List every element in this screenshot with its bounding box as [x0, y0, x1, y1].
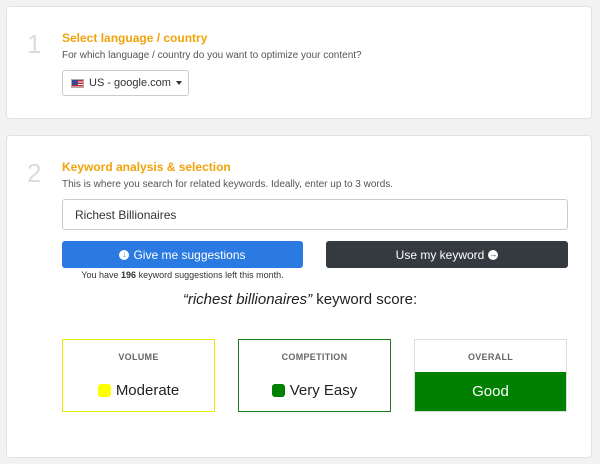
give-suggestions-button[interactable]: ↓ Give me suggestions — [62, 241, 303, 268]
overall-label: OVERALL — [467, 352, 514, 362]
step-number: 1 — [27, 29, 42, 59]
panel-subtitle: For which language / country do you want… — [62, 50, 362, 61]
competition-score-box: COMPETITION Very Easy — [238, 339, 391, 412]
panel-subtitle: This is where you search for related key… — [62, 179, 394, 190]
suggestions-count: 196 — [121, 270, 137, 280]
keyword-input[interactable] — [62, 199, 568, 230]
use-my-keyword-button[interactable]: Use my keyword → — [326, 241, 568, 268]
arrow-circle-right-icon: → — [488, 249, 499, 260]
arrow-circle-down-icon: ↓ — [119, 249, 130, 260]
overall-value: Good — [415, 372, 566, 411]
competition-color-swatch — [271, 384, 285, 397]
competition-value: Very Easy — [289, 382, 358, 399]
suggestions-remaining: You have 196 keyword suggestions left th… — [81, 270, 284, 280]
scored-keyword: “richest billionaires” — [182, 291, 313, 308]
language-panel: 1 Select language / country For which la… — [6, 6, 592, 119]
keyword-score-heading: “richest billionaires” keyword score: — [182, 291, 418, 308]
overall-score-box: OVERALL Good — [414, 339, 567, 412]
give-suggestions-label: Give me suggestions — [133, 247, 246, 262]
step-number: 2 — [27, 158, 42, 188]
volume-score-box: VOLUME Moderate — [62, 339, 215, 412]
use-my-keyword-label: Use my keyword — [395, 247, 485, 262]
language-select-value: US - google.com — [89, 77, 171, 89]
panel-title: Select language / country — [62, 31, 208, 45]
competition-label: COMPETITION — [281, 352, 348, 362]
volume-color-swatch — [97, 384, 111, 397]
volume-value: Moderate — [115, 382, 180, 399]
panel-title: Keyword analysis & selection — [62, 160, 231, 174]
us-flag-icon — [71, 78, 84, 88]
keyword-panel: 2 Keyword analysis & selection This is w… — [6, 135, 592, 458]
volume-label: VOLUME — [118, 352, 159, 362]
caret-down-icon — [175, 81, 182, 85]
language-country-select[interactable]: US - google.com — [62, 70, 189, 96]
